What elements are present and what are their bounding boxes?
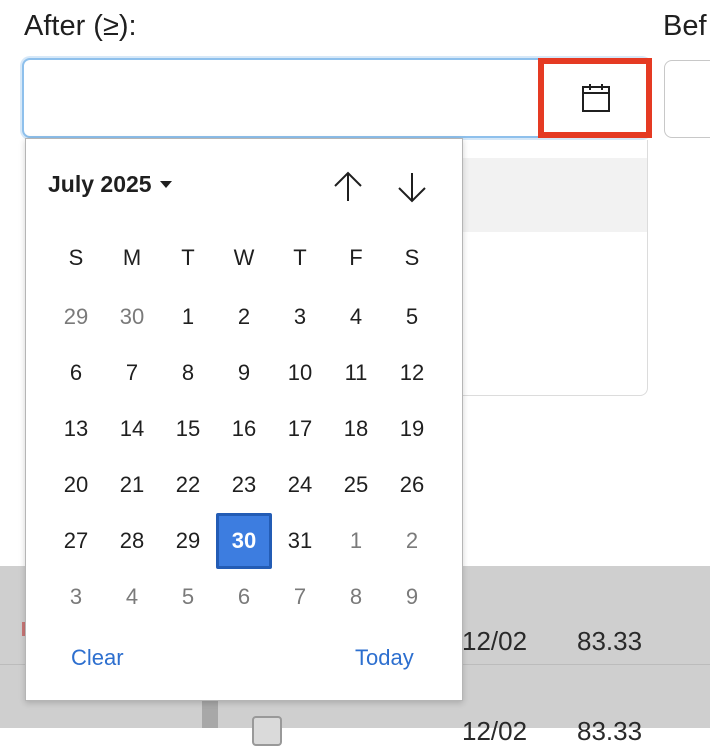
day-cell[interactable]: 11 [328, 345, 384, 401]
day-cell[interactable]: 25 [328, 457, 384, 513]
today-button[interactable]: Today [355, 645, 414, 671]
month-year-select[interactable]: July 2025 [48, 171, 172, 198]
calendar-toggle-button[interactable] [538, 58, 652, 138]
before-date-input[interactable] [664, 60, 710, 138]
day-cell[interactable]: 2 [216, 289, 272, 345]
date-picker-popup: July 2025 S M T W T F S 29 30 1 2 3 4 5 6 7 8 9 10 1… [25, 138, 463, 701]
row1-date: 12/02 [462, 626, 528, 656]
arrow-up-icon[interactable] [328, 167, 368, 207]
day-cell[interactable]: 17 [272, 401, 328, 457]
day-cell[interactable]: 8 [328, 569, 384, 625]
autocomplete-panel [446, 140, 648, 396]
day-cell[interactable]: 28 [104, 513, 160, 569]
day-cell-selected[interactable]: 30 [216, 513, 272, 569]
drag-handle[interactable] [202, 700, 218, 728]
day-cell[interactable]: 4 [328, 289, 384, 345]
day-cell[interactable]: 2 [384, 513, 440, 569]
row2-checkbox[interactable] [252, 716, 282, 746]
caret-down-icon [159, 181, 172, 188]
day-cell[interactable]: 4 [104, 569, 160, 625]
weekday-thu: T [293, 245, 307, 270]
day-cell[interactable]: 21 [104, 457, 160, 513]
day-cell[interactable]: 5 [384, 289, 440, 345]
day-cell[interactable]: 9 [216, 345, 272, 401]
month-year-label: July 2025 [48, 171, 152, 197]
day-cell[interactable]: 12 [384, 345, 440, 401]
row2-date: 12/02 [462, 716, 528, 746]
day-cell[interactable]: 27 [48, 513, 104, 569]
day-cell[interactable]: 29 [48, 289, 104, 345]
day-cell[interactable]: 13 [48, 401, 104, 457]
day-cell[interactable]: 9 [384, 569, 440, 625]
day-cell[interactable]: 23 [216, 457, 272, 513]
day-cell[interactable]: 18 [328, 401, 384, 457]
day-cell[interactable]: 30 [104, 289, 160, 345]
day-cell[interactable]: 8 [160, 345, 216, 401]
row2-value: 83.33 [577, 716, 643, 746]
day-cell[interactable]: 6 [216, 569, 272, 625]
day-cell[interactable]: 1 [160, 289, 216, 345]
weekday-wed: W [233, 245, 255, 270]
day-cell[interactable]: 3 [48, 569, 104, 625]
day-cell[interactable]: 3 [272, 289, 328, 345]
day-cell[interactable]: 22 [160, 457, 216, 513]
day-cell[interactable]: 19 [384, 401, 440, 457]
day-cell[interactable]: 7 [272, 569, 328, 625]
day-cell[interactable]: 26 [384, 457, 440, 513]
day-cell[interactable]: 6 [48, 345, 104, 401]
row1-value: 83.33 [577, 626, 643, 656]
after-label: After (≥): [24, 10, 137, 42]
day-cell[interactable]: 1 [328, 513, 384, 569]
day-cell[interactable]: 15 [160, 401, 216, 457]
arrow-down-icon[interactable] [392, 167, 432, 207]
calendar-icon [582, 84, 610, 112]
day-cell[interactable]: 7 [104, 345, 160, 401]
weekday-sun: S [68, 245, 84, 270]
before-label: Bef [663, 10, 707, 42]
day-cell[interactable]: 16 [216, 401, 272, 457]
weekday-mon: M [122, 245, 142, 270]
day-cell[interactable]: 10 [272, 345, 328, 401]
day-cell[interactable]: 20 [48, 457, 104, 513]
day-cell[interactable]: 5 [160, 569, 216, 625]
weekday-tue: T [181, 245, 195, 270]
day-cell[interactable]: 31 [272, 513, 328, 569]
day-cell[interactable]: 29 [160, 513, 216, 569]
day-cell[interactable]: 24 [272, 457, 328, 513]
weekday-fri: F [349, 245, 363, 270]
day-cell[interactable]: 14 [104, 401, 160, 457]
weekday-sat: S [404, 245, 420, 270]
autocomplete-option[interactable] [447, 158, 647, 232]
clear-button[interactable]: Clear [71, 645, 124, 671]
